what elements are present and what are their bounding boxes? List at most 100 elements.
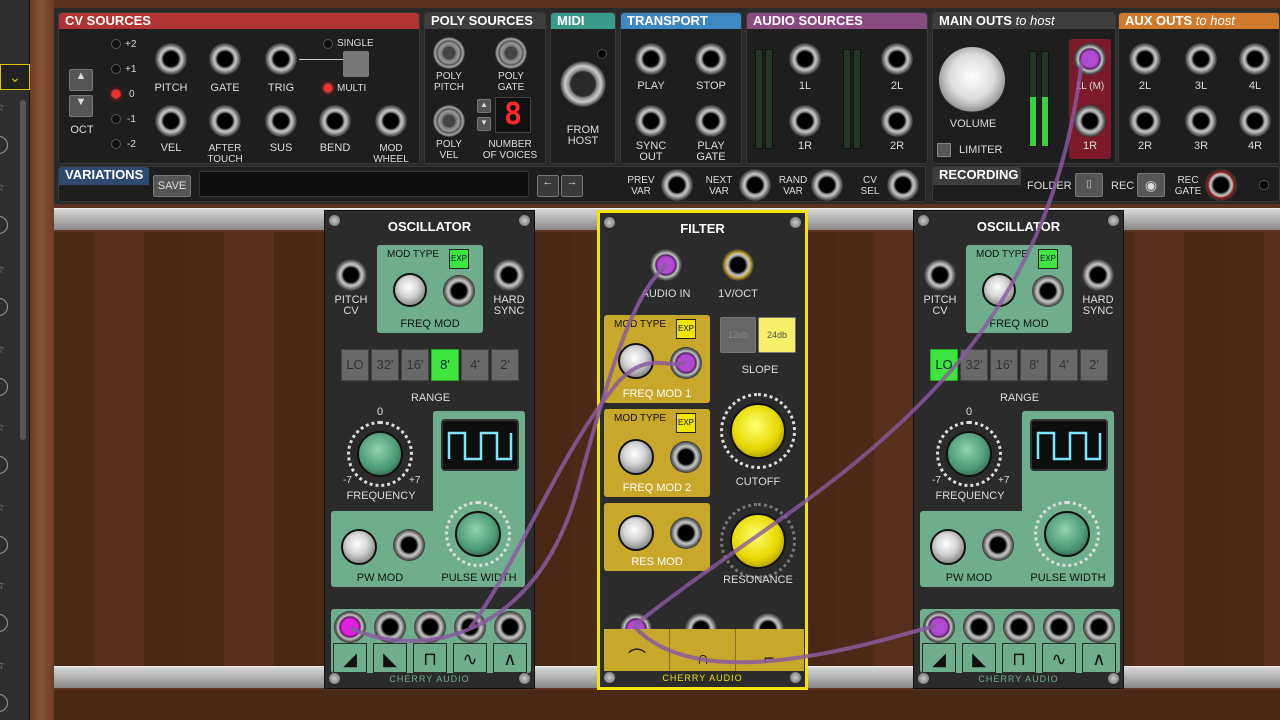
circle-icon[interactable] [0, 136, 8, 154]
aux-4l-jack[interactable] [1239, 43, 1271, 75]
range-button[interactable]: 16' [401, 349, 429, 381]
sine-out-jack[interactable] [1043, 611, 1075, 643]
chevron-down-icon[interactable]: ⌄ [0, 64, 30, 90]
audio-in-jack[interactable] [650, 249, 682, 281]
freq-mod-1-jack[interactable] [670, 347, 702, 379]
bend-jack[interactable] [319, 105, 351, 137]
variation-name-field[interactable] [199, 171, 529, 197]
sine-out-jack[interactable] [454, 611, 486, 643]
pitch-jack[interactable] [155, 43, 187, 75]
star-icon[interactable]: ☆ [0, 180, 8, 194]
variation-next-arrow[interactable]: → [561, 175, 583, 197]
pulse-out-jack[interactable] [1003, 611, 1035, 643]
star-icon[interactable]: ☆ [0, 420, 8, 434]
range-button[interactable]: 4' [1050, 349, 1078, 381]
prev-var-jack[interactable] [661, 169, 693, 201]
freq-mod-jack[interactable] [1032, 275, 1064, 307]
circle-icon[interactable] [0, 298, 8, 316]
frequency-knob[interactable] [357, 431, 403, 477]
folder-icon[interactable]: ⌷ [1075, 173, 1103, 197]
pw-mod-knob[interactable] [341, 529, 377, 565]
variation-prev-arrow[interactable]: ← [537, 175, 559, 197]
pw-mod-jack[interactable] [393, 529, 425, 561]
freq-mod-knob[interactable] [393, 273, 427, 307]
audio-1r-jack[interactable] [789, 105, 821, 137]
main-out-1r-jack[interactable] [1074, 105, 1106, 137]
mod-wheel-jack[interactable] [375, 105, 407, 137]
oct-up-button[interactable]: ▲ [69, 69, 93, 91]
ramp-out-jack[interactable] [963, 611, 995, 643]
record-icon[interactable]: ◉ [1137, 173, 1165, 197]
save-button[interactable]: SAVE [153, 175, 191, 197]
rand-var-jack[interactable] [811, 169, 843, 201]
sync-out-jack[interactable] [635, 105, 667, 137]
aux-4r-jack[interactable] [1239, 105, 1271, 137]
pitch-cv-jack[interactable] [924, 259, 956, 291]
star-icon[interactable]: ☆ [0, 500, 8, 514]
sidebar-scrollbar[interactable] [20, 100, 26, 440]
freq-mod-jack[interactable] [443, 275, 475, 307]
star-icon[interactable]: ☆ [0, 578, 8, 592]
ramp-out-jack[interactable] [374, 611, 406, 643]
range-button[interactable]: LO [930, 349, 958, 381]
circle-icon[interactable] [0, 216, 8, 234]
circle-icon[interactable] [0, 456, 8, 474]
star-icon[interactable]: ☆ [0, 100, 8, 114]
star-icon[interactable]: ☆ [0, 262, 8, 276]
poly-vel-jack[interactable] [433, 105, 465, 137]
res-mod-jack[interactable] [670, 517, 702, 549]
hard-sync-jack[interactable] [493, 259, 525, 291]
range-button[interactable]: 4' [461, 349, 489, 381]
circle-icon[interactable] [0, 378, 8, 396]
trig-jack[interactable] [265, 43, 297, 75]
exp-toggle[interactable]: EXP [676, 319, 696, 339]
audio-2l-jack[interactable] [881, 43, 913, 75]
slope-12db-button[interactable]: 12db [720, 317, 756, 353]
star-icon[interactable]: ☆ [0, 658, 8, 672]
oct-down-button[interactable]: ▼ [69, 95, 93, 117]
exp-toggle[interactable]: EXP [676, 413, 696, 433]
hard-sync-jack[interactable] [1082, 259, 1114, 291]
pw-mod-jack[interactable] [982, 529, 1014, 561]
v-oct-jack[interactable] [722, 249, 754, 281]
range-button[interactable]: 8' [1020, 349, 1048, 381]
exp-toggle[interactable]: EXP [1038, 249, 1058, 269]
trig-mode-button[interactable] [343, 51, 369, 77]
audio-2r-jack[interactable] [881, 105, 913, 137]
range-button[interactable]: 16' [990, 349, 1018, 381]
vel-jack[interactable] [155, 105, 187, 137]
slope-24db-button[interactable]: 24db [758, 317, 796, 353]
saw-out-jack[interactable] [923, 611, 955, 643]
range-button[interactable]: 2' [491, 349, 519, 381]
pulse-width-knob[interactable] [455, 511, 501, 557]
freq-mod-1-knob[interactable] [618, 343, 654, 379]
audio-1l-jack[interactable] [789, 43, 821, 75]
pw-mod-knob[interactable] [930, 529, 966, 565]
aux-3r-jack[interactable] [1185, 105, 1217, 137]
voices-down-button[interactable]: ▼ [477, 117, 491, 131]
midi-din-jack[interactable] [560, 61, 606, 107]
main-out-1l-jack[interactable] [1074, 43, 1106, 75]
play-gate-jack[interactable] [695, 105, 727, 137]
res-mod-knob[interactable] [618, 515, 654, 551]
next-var-jack[interactable] [739, 169, 771, 201]
freq-mod-2-jack[interactable] [670, 441, 702, 473]
circle-icon[interactable] [0, 614, 8, 632]
pulse-width-knob[interactable] [1044, 511, 1090, 557]
pitch-cv-jack[interactable] [335, 259, 367, 291]
stop-jack[interactable] [695, 43, 727, 75]
pulse-out-jack[interactable] [414, 611, 446, 643]
frequency-knob[interactable] [946, 431, 992, 477]
triangle-out-jack[interactable] [494, 611, 526, 643]
range-button[interactable]: 32' [371, 349, 399, 381]
freq-mod-knob[interactable] [982, 273, 1016, 307]
circle-icon[interactable] [0, 694, 8, 712]
sus-jack[interactable] [265, 105, 297, 137]
range-button[interactable]: 8' [431, 349, 459, 381]
exp-toggle[interactable]: EXP [449, 249, 469, 269]
poly-pitch-jack[interactable] [433, 37, 465, 69]
range-button[interactable]: LO [341, 349, 369, 381]
poly-gate-jack[interactable] [495, 37, 527, 69]
aftertouch-jack[interactable] [209, 105, 241, 137]
star-icon[interactable]: ☆ [0, 342, 8, 356]
